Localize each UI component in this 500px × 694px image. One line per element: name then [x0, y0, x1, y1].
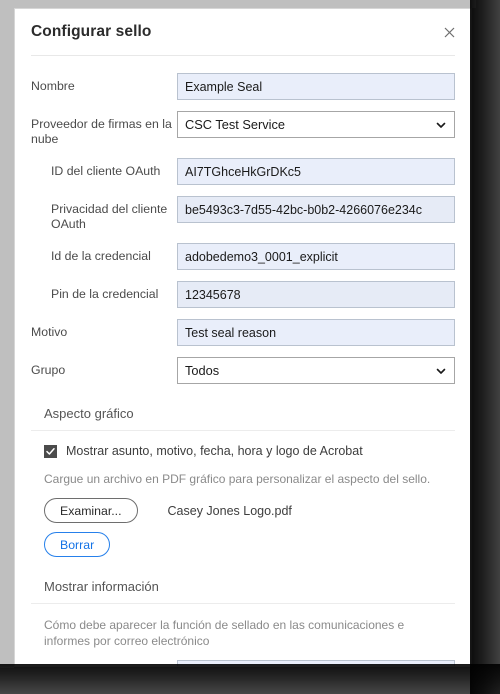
- field-row-credential-pin: Pin de la credencial: [31, 281, 455, 308]
- label-motivo: Motivo: [31, 325, 68, 339]
- section-title-appearance: Aspecto gráfico: [44, 406, 134, 421]
- label-grupo: Grupo: [31, 363, 66, 377]
- browse-button[interactable]: Examinar...: [44, 498, 138, 523]
- label-credential-pin: Pin de la credencial: [51, 287, 159, 301]
- field-row-credential-id: Id de la credencial: [31, 243, 455, 270]
- backdrop-left: [0, 0, 14, 668]
- control-motivo: [177, 319, 455, 346]
- clear-row: Borrar: [31, 532, 455, 557]
- field-row-oauth-client-id: ID del cliente OAuth: [31, 158, 455, 185]
- proveedor-select-wrap: CSC Test Service: [177, 111, 455, 138]
- section-title-display-info: Mostrar información: [44, 579, 159, 594]
- configure-seal-dialog: Configurar sello Nombre Proveedor de fir…: [14, 8, 472, 667]
- oauth-client-secret-input[interactable]: [177, 196, 455, 223]
- control-oauth-client-id: [177, 158, 455, 185]
- nombre-input[interactable]: [177, 73, 455, 100]
- proveedor-select[interactable]: CSC Test Service: [177, 111, 455, 138]
- motivo-input[interactable]: [177, 319, 455, 346]
- oauth-client-id-input[interactable]: [177, 158, 455, 185]
- display-info-help-text: Cómo debe aparecer la función de sellado…: [44, 618, 405, 648]
- credential-pin-input[interactable]: [177, 281, 455, 308]
- appearance-help-text: Cargue un archivo en PDF gráfico para pe…: [44, 472, 431, 486]
- show-details-checkbox-row[interactable]: Mostrar asunto, motivo, fecha, hora y lo…: [31, 444, 455, 458]
- label-oauth-client-secret: Privacidad del cliente OAuth: [51, 202, 168, 231]
- field-row-motivo: Motivo: [31, 319, 455, 346]
- control-proveedor: CSC Test Service: [177, 111, 455, 138]
- credential-id-input[interactable]: [177, 243, 455, 270]
- dialog-header: Configurar sello: [15, 9, 471, 55]
- grupo-select[interactable]: Todos: [177, 357, 455, 384]
- uploaded-file-name: Casey Jones Logo.pdf: [167, 503, 292, 518]
- dialog-body: Nombre Proveedor de firmas en la nube CS…: [15, 73, 471, 666]
- checkbox-icon[interactable]: [44, 444, 57, 458]
- backdrop-top: [0, 0, 476, 8]
- label-proveedor: Proveedor de firmas en la nube: [31, 117, 172, 146]
- appearance-divider: [31, 430, 455, 431]
- control-credential-id: [177, 243, 455, 270]
- page-title: Configurar sello: [31, 23, 152, 40]
- header-divider: [31, 55, 455, 56]
- dialog-shadow-bottom: [0, 664, 500, 694]
- label-oauth-client-id: ID del cliente OAuth: [51, 164, 161, 178]
- label-credential-id: Id de la credencial: [51, 249, 151, 263]
- control-nombre: [177, 73, 455, 100]
- field-row-grupo: Grupo Todos: [31, 357, 455, 384]
- show-details-checkbox-label: Mostrar asunto, motivo, fecha, hora y lo…: [66, 444, 363, 458]
- label-nombre: Nombre: [31, 79, 75, 93]
- dialog-shadow-right: [470, 0, 500, 694]
- clear-button[interactable]: Borrar: [44, 532, 111, 557]
- control-oauth-client-secret: [177, 196, 455, 223]
- grupo-select-wrap: Todos: [177, 357, 455, 384]
- screen: Configurar sello Nombre Proveedor de fir…: [0, 0, 500, 694]
- browse-row: Examinar... Casey Jones Logo.pdf: [31, 498, 455, 523]
- close-icon[interactable]: [439, 22, 459, 42]
- field-row-proveedor: Proveedor de firmas en la nube CSC Test …: [31, 111, 455, 147]
- control-credential-pin: [177, 281, 455, 308]
- field-row-oauth-client-secret: Privacidad del cliente OAuth: [31, 196, 455, 232]
- control-grupo: Todos: [177, 357, 455, 384]
- field-row-nombre: Nombre: [31, 73, 455, 100]
- display-info-divider: [31, 603, 455, 604]
